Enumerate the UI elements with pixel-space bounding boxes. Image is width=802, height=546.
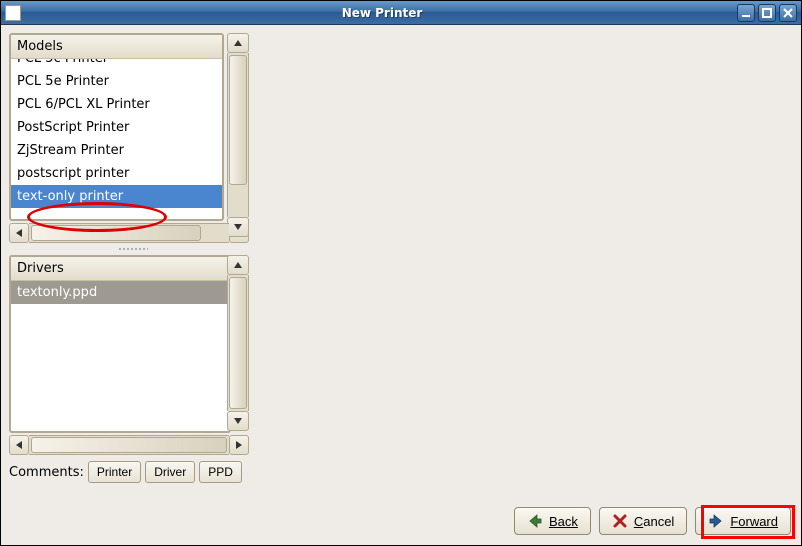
models-list[interactable]: PCL 5c PrinterPCL 5e PrinterPCL 6/PCL XL… bbox=[11, 59, 222, 219]
scroll-thumb[interactable] bbox=[229, 55, 247, 185]
window: New Printer Models PCL 5c PrinterPCL 5e … bbox=[0, 0, 802, 546]
forward-label: Forward bbox=[730, 514, 778, 529]
close-button[interactable] bbox=[779, 4, 797, 22]
arrow-left-icon bbox=[527, 513, 543, 529]
scroll-up-button[interactable] bbox=[227, 255, 249, 275]
drivers-panel: Drivers textonly.ppd bbox=[9, 255, 231, 433]
models-hscrollbar[interactable] bbox=[9, 223, 249, 243]
list-item[interactable]: ZjStream Printer bbox=[11, 139, 222, 162]
maximize-button[interactable] bbox=[758, 4, 776, 22]
cancel-button[interactable]: Cancel bbox=[599, 507, 687, 535]
window-title: New Printer bbox=[27, 6, 737, 20]
scroll-track[interactable] bbox=[29, 223, 229, 243]
titlebar[interactable]: New Printer bbox=[1, 1, 801, 25]
scroll-up-button[interactable] bbox=[227, 33, 249, 53]
drivers-vscrollbar[interactable] bbox=[227, 255, 249, 431]
list-item[interactable]: postscript printer bbox=[11, 162, 222, 185]
footer-buttons: Back Cancel Forward bbox=[514, 507, 791, 535]
scroll-down-button[interactable] bbox=[227, 217, 249, 237]
drivers-hscrollbar[interactable] bbox=[9, 435, 249, 455]
dialog-content: Models PCL 5c PrinterPCL 5e PrinterPCL 6… bbox=[1, 25, 801, 545]
scroll-track[interactable] bbox=[227, 275, 249, 411]
scroll-track[interactable] bbox=[29, 435, 229, 455]
back-label: Back bbox=[549, 514, 578, 529]
scroll-right-button[interactable] bbox=[229, 435, 249, 455]
app-icon bbox=[5, 5, 21, 21]
scroll-track[interactable] bbox=[227, 53, 249, 217]
models-vscrollbar[interactable] bbox=[227, 33, 249, 237]
comments-row: Comments: Printer Driver PPD bbox=[9, 461, 257, 483]
comments-driver-button[interactable]: Driver bbox=[145, 461, 195, 483]
drivers-list[interactable]: textonly.ppd bbox=[11, 281, 229, 431]
window-controls bbox=[737, 4, 797, 22]
scroll-left-button[interactable] bbox=[9, 435, 29, 455]
list-item[interactable]: text-only printer bbox=[11, 185, 222, 208]
forward-button[interactable]: Forward bbox=[695, 507, 791, 535]
list-item[interactable]: textonly.ppd bbox=[11, 281, 229, 304]
models-panel: Models PCL 5c PrinterPCL 5e PrinterPCL 6… bbox=[9, 33, 224, 221]
scroll-thumb[interactable] bbox=[31, 225, 201, 241]
cancel-label: Cancel bbox=[634, 514, 674, 529]
models-header: Models bbox=[11, 35, 222, 59]
comments-ppd-button[interactable]: PPD bbox=[199, 461, 242, 483]
scroll-thumb[interactable] bbox=[229, 277, 247, 409]
cancel-icon bbox=[612, 513, 628, 529]
scroll-down-button[interactable] bbox=[227, 411, 249, 431]
scroll-left-button[interactable] bbox=[9, 223, 29, 243]
minimize-button[interactable] bbox=[737, 4, 755, 22]
list-item[interactable]: PCL 5e Printer bbox=[11, 70, 222, 93]
list-item[interactable]: PCL 6/PCL XL Printer bbox=[11, 93, 222, 116]
comments-printer-button[interactable]: Printer bbox=[88, 461, 141, 483]
list-item[interactable]: PostScript Printer bbox=[11, 116, 222, 139]
scroll-thumb[interactable] bbox=[31, 437, 227, 453]
drivers-header: Drivers bbox=[11, 257, 229, 281]
pane-splitter[interactable] bbox=[9, 245, 257, 253]
back-button[interactable]: Back bbox=[514, 507, 591, 535]
comments-label: Comments: bbox=[9, 465, 84, 480]
list-item[interactable]: PCL 5c Printer bbox=[11, 59, 222, 70]
arrow-right-icon bbox=[708, 513, 724, 529]
